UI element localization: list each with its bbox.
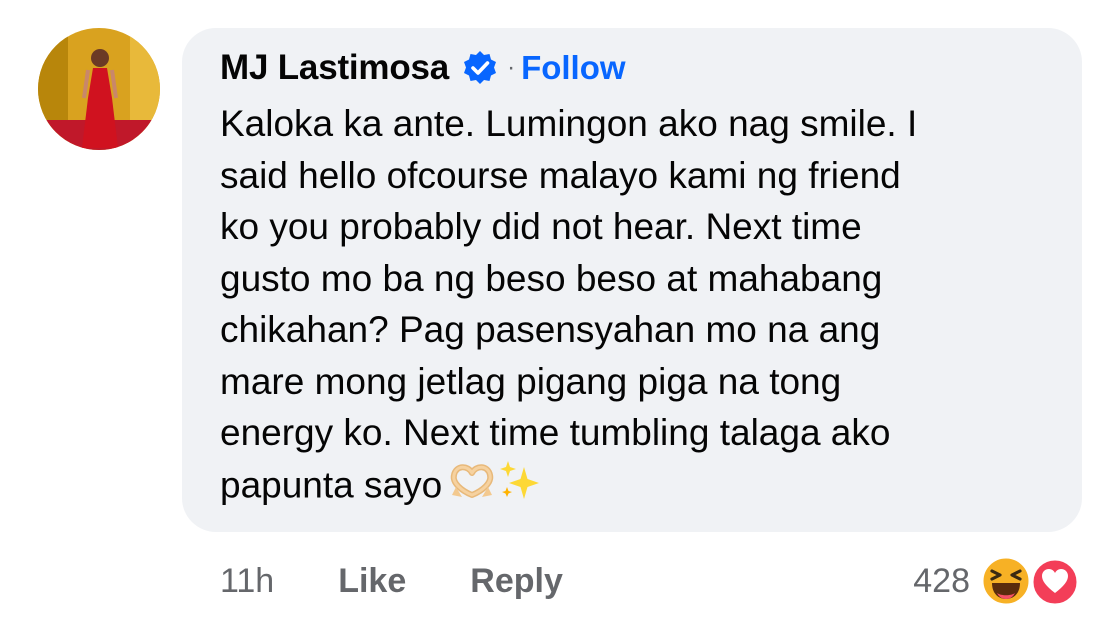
- follow-separator: ·: [507, 54, 516, 81]
- comment-line: energy ko. Next time tumbling talaga ako: [220, 412, 891, 453]
- comment-header: MJ Lastimosa · Follow: [220, 42, 626, 94]
- like-button[interactable]: Like: [338, 562, 406, 601]
- reaction-count: 428: [913, 561, 970, 600]
- reaction-summary[interactable]: 428: [913, 553, 1082, 609]
- follow-button[interactable]: Follow: [521, 49, 625, 87]
- reply-button[interactable]: Reply: [470, 562, 563, 601]
- author-avatar[interactable]: [38, 28, 160, 150]
- comment-line: ko you probably did not hear. Next time: [220, 206, 862, 247]
- heart-hands-emoji-icon: [448, 461, 496, 515]
- reaction-icons: [980, 555, 1082, 607]
- haha-reaction-icon: [980, 555, 1032, 612]
- comment-line: Kaloka ka ante. Lumingon ako nag smile. …: [220, 103, 918, 144]
- comment-line: said hello ofcourse malayo kami ng frien…: [220, 154, 901, 196]
- verified-badge-icon: [461, 49, 499, 87]
- sparkles-emoji-icon: [498, 459, 542, 517]
- author-name[interactable]: MJ Lastimosa: [220, 48, 449, 88]
- comment-actions: 11h Like Reply: [220, 555, 627, 607]
- comment-line-text: papunta sayo: [220, 464, 443, 506]
- comment-line: gusto mo ba ng beso beso at mahabang: [220, 257, 883, 299]
- comment-timestamp[interactable]: 11h: [220, 562, 274, 601]
- comment-line: chikahan? Pag pasensyahan mo na ang: [220, 309, 881, 350]
- comment-line-last: papunta sayo: [220, 459, 1040, 517]
- comment-line: mare mong jetlag pigang piga na tong: [220, 360, 842, 402]
- love-reaction-icon: [1030, 557, 1080, 612]
- comment-text: Kaloka ka ante. Lumingon ako nag smile. …: [220, 98, 1040, 516]
